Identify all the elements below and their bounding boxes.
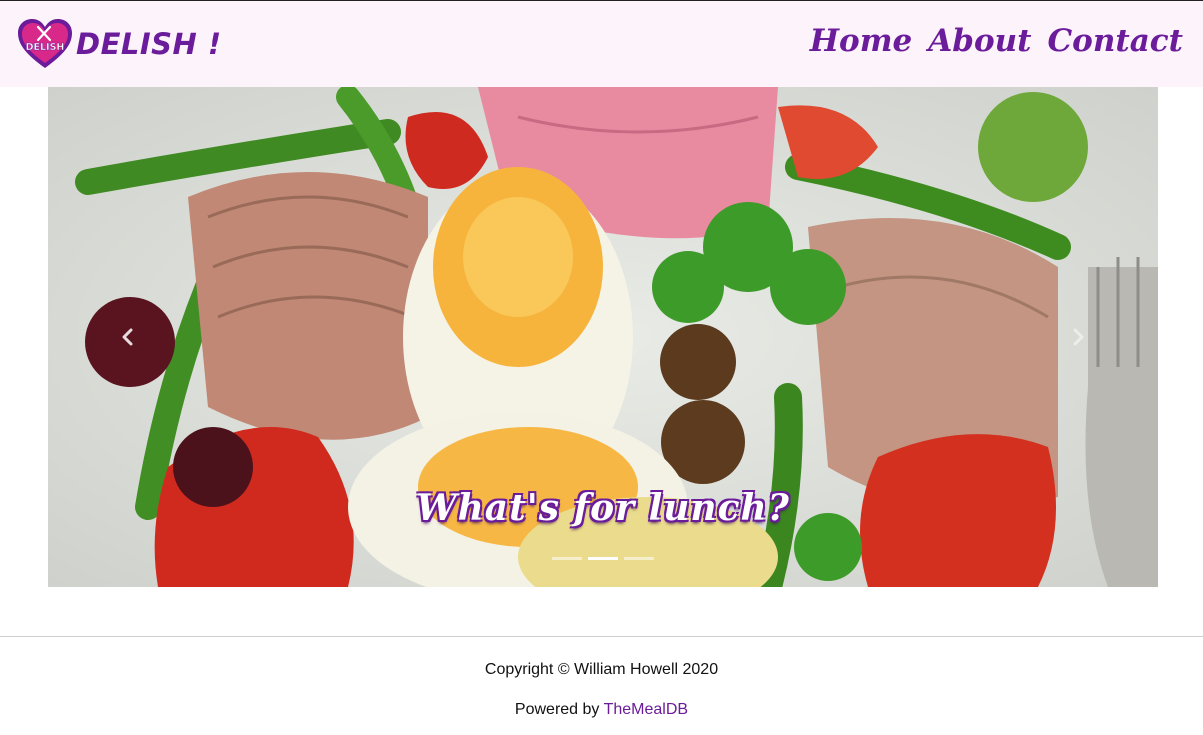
svg-text:DELISH: DELISH — [26, 42, 65, 53]
carousel-indicator[interactable] — [552, 557, 582, 560]
carousel-indicator[interactable] — [624, 557, 654, 560]
powered-by: Powered by TheMealDB — [0, 700, 1203, 720]
footer: Copyright © William Howell 2020 Powered … — [0, 660, 1203, 720]
themealdb-link[interactable]: TheMealDB — [604, 701, 688, 718]
nav-link-contact[interactable]: Contact — [1048, 23, 1184, 59]
carousel-indicators — [48, 557, 1158, 560]
heart-logo-icon: DELISH — [18, 19, 72, 68]
navbar: DELISH DELISH ! Home About Contact — [0, 1, 1203, 87]
nav-link-about[interactable]: About — [928, 23, 1031, 59]
brand[interactable]: DELISH DELISH ! — [17, 18, 222, 70]
nav-menu: Home About Contact — [810, 23, 1183, 59]
chevron-left-icon — [122, 328, 133, 346]
copyright-text: Copyright © William Howell 2020 — [484, 661, 719, 678]
nav-link-home[interactable]: Home — [810, 23, 913, 59]
chevron-right-icon — [1073, 328, 1084, 346]
carousel-caption: What's for lunch? — [416, 487, 790, 529]
hero-carousel: What's for lunch? — [48, 87, 1158, 587]
carousel-indicator-active[interactable] — [588, 557, 618, 560]
footer-divider — [0, 636, 1203, 637]
brand-name: DELISH ! — [76, 27, 222, 61]
powered-by-label: Powered by — [514, 701, 604, 718]
